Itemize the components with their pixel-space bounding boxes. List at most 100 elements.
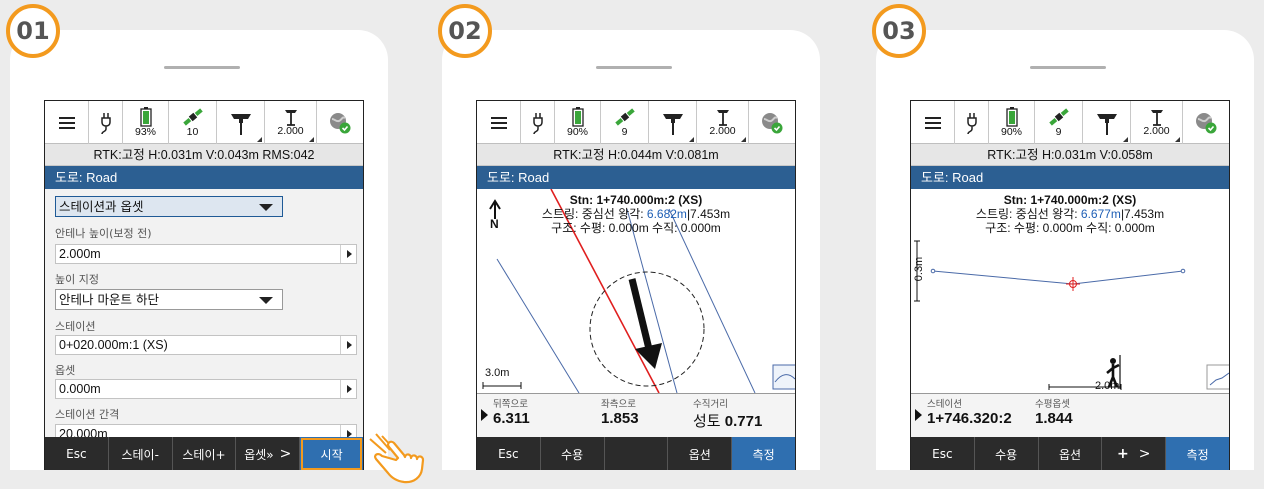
station-plus-button[interactable]: 스테이+ [173,437,237,470]
power-plug-icon [100,112,111,134]
corner-indicator [1123,137,1128,142]
antenna-pole-icon [284,110,297,127]
plan-view-map[interactable]: N 3.0m Stn: 1+740.000m:2 (XS) 스트링: 중심선 왕… [477,189,795,393]
gnss-receiver-status[interactable] [1083,101,1131,144]
station-label: 스테이션 [55,320,96,333]
device-screen: 90% 9 2.000 RTK:고정 H [910,100,1230,470]
string-info: 스트링: 중심선 왕각: 6.677m|7.453m [911,207,1229,221]
arrow-right-icon[interactable] [340,245,356,263]
start-button[interactable]: 시작 [300,437,363,470]
step-badge: 02 [438,4,492,58]
globe-check-icon [762,112,783,133]
string-info-prefix: 스트링: 중심선 왕각: [975,207,1081,221]
hamburger-icon [58,121,75,124]
internet-status[interactable] [317,101,363,144]
measure-button[interactable]: 측정 [1166,437,1229,470]
battery-percent: 93% [134,126,156,139]
delta-label: 좌측으로 [601,399,636,410]
station-info: Stn: 1+740.000m:2 (XS) [569,193,703,207]
battery-icon [1005,107,1018,127]
station-interval-field-value: 20.000m [59,427,108,437]
phone-frame: 90% 9 2.000 RTK:고정 H [442,30,820,470]
measure-to-select[interactable]: 안테나 마운트 하단 [55,289,283,310]
hamburger-icon [924,121,941,124]
satellite-status[interactable]: 9 [601,101,649,144]
station-interval-label: 스테이션 간격 [55,408,120,421]
cross-section-view[interactable]: 0.3m 2.0m Stn: 1+740.000m:2 (XS) 스트링: 중심… [911,189,1229,393]
string-info-prefix: 스트링: 중심선 왕각: [541,207,647,221]
satellite-status[interactable]: 10 [169,101,217,144]
road-cross-section [932,270,1184,285]
station-field[interactable]: 0+020.000m:1 (XS) [55,335,357,355]
gnss-receiver-status[interactable] [649,101,697,144]
antenna-height-value: 2.000 [1143,125,1170,138]
gnss-receiver-status[interactable] [217,101,265,144]
arrow-right-icon[interactable] [340,380,356,398]
power-status[interactable] [521,101,555,144]
softkey-bar: Esc 수용 옵션 측정 [477,437,795,470]
string-info-distance: 6.677m [1080,207,1121,221]
delta-value: 1.844 [1035,410,1073,427]
globe-check-icon [330,112,351,133]
rtk-precision-bar: RTK:고정 H:0.031m V:0.043m RMS:042 [45,144,363,166]
stakeout-form: 스테이션과 옵셋 안테나 높이(보정 전) 2.000m 높이 지정 안테나 마… [45,189,363,437]
status-bar: 93% 10 2.000 [45,101,363,144]
more-softkeys-icon[interactable]: > [1139,446,1151,462]
delta-value: 1+746.320:2 [927,410,1012,427]
accept-button[interactable]: 수용 [975,437,1039,470]
step-badge: 01 [6,4,60,58]
menu-button[interactable] [477,101,521,144]
satellite-status[interactable]: 9 [1035,101,1083,144]
antenna-height-status[interactable]: 2.000 [1131,101,1183,144]
options-button[interactable]: 옵션 [668,437,733,470]
softkey-bar: Esc 수용 옵션 + > 측정 [911,437,1229,470]
battery-status[interactable]: 90% [555,101,601,144]
battery-status[interactable]: 93% [123,101,169,144]
offset-button[interactable]: 옵셋» > [236,437,301,470]
delta-label: 수평옵셋 [1035,399,1070,410]
phone-speaker [1030,66,1106,69]
menu-button[interactable] [911,101,955,144]
expand-arrow-icon[interactable] [481,409,488,421]
power-status[interactable] [955,101,989,144]
esc-button[interactable]: Esc [911,437,975,470]
satellite-count: 9 [621,126,628,139]
measure-button[interactable]: 측정 [732,437,795,470]
station-minus-button[interactable]: 스테이- [109,437,173,470]
menu-button[interactable] [45,101,89,144]
chevron-down-icon [259,297,273,304]
station-interval-field[interactable]: 20.000m [55,424,357,437]
view-toggle-icon[interactable] [1206,364,1229,390]
esc-button[interactable]: Esc [477,437,541,470]
battery-status[interactable]: 90% [989,101,1035,144]
offset-field[interactable]: 0.000m [55,379,357,399]
page-title: 도로: Road [911,166,1229,189]
options-button[interactable]: 옵션 [1039,437,1103,470]
stakeout-info: Stn: 1+740.000m:2 (XS) 스트링: 중심선 왕각: 6.68… [477,193,795,235]
scale-label: 3.0m [485,367,510,379]
delta-label: 수직거리 [693,399,728,410]
method-select[interactable]: 스테이션과 옵셋 [55,196,283,217]
phone-speaker [596,66,672,69]
power-status[interactable] [89,101,123,144]
view-toggle-icon[interactable] [772,364,795,390]
delta-readout: 스테이션 1+746.320:2 수평옵셋 1.844 [911,393,1229,437]
arrow-right-icon[interactable] [340,425,356,437]
accept-button[interactable]: 수용 [541,437,605,470]
satellite-icon [1048,108,1069,126]
more-softkeys-icon[interactable]: > [280,446,292,462]
antenna-height-status[interactable]: 2.000 [697,101,749,144]
plus-label: + [1117,446,1129,462]
arrow-right-icon[interactable] [340,336,356,354]
plus-button[interactable]: + > [1102,437,1167,470]
esc-button[interactable]: Esc [45,437,109,470]
expand-arrow-icon[interactable] [915,409,922,421]
antenna-height-status[interactable]: 2.000 [265,101,317,144]
internet-status[interactable] [749,101,795,144]
tap-hand-icon [369,433,425,484]
cut-fill-label: 성토 [693,413,725,430]
antenna-height-field[interactable]: 2.000m [55,244,357,264]
internet-status[interactable] [1183,101,1229,144]
phone-frame: 93% 10 2.000 RTK:고정 H:0.031m V:0.043m RM… [10,30,388,470]
corner-indicator [689,137,694,142]
